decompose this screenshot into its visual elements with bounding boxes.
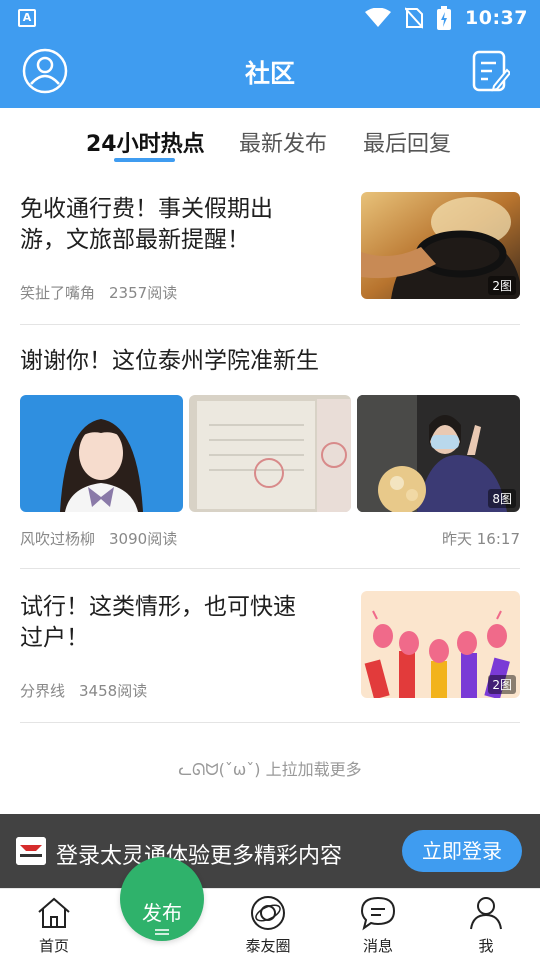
post-title-line: 免收通行费！事关假期出 bbox=[20, 196, 273, 222]
image-count-badge: 2图 bbox=[488, 675, 516, 694]
image-count-badge: 2图 bbox=[488, 276, 516, 295]
post-title: 试行！这类情形，也可快速 过户！ bbox=[20, 592, 296, 654]
post-image-portrait[interactable] bbox=[20, 395, 183, 512]
publish-label: 发布 bbox=[142, 901, 182, 925]
post-reads: 2357阅读 bbox=[109, 284, 178, 302]
post-reads: 3090阅读 bbox=[109, 530, 178, 548]
home-icon bbox=[38, 897, 70, 928]
wifi-icon bbox=[365, 8, 392, 27]
page-title: 社区 bbox=[244, 59, 295, 88]
login-banner: 登录太灵通体验更多精彩内容 立即登录 bbox=[0, 814, 540, 888]
app-header: 社区 bbox=[0, 36, 540, 108]
post-author[interactable]: 笑扯了嘴角 bbox=[20, 284, 95, 302]
post-thumbnail[interactable]: 2图 bbox=[361, 591, 520, 698]
planet-circle-icon bbox=[251, 896, 285, 930]
publish-button[interactable]: 发布 bbox=[120, 857, 204, 941]
status-bar: A 10:37 bbox=[0, 0, 540, 36]
divider bbox=[20, 722, 520, 723]
bottom-nav: 首页 泰友圈 消息 我 bbox=[0, 888, 540, 960]
post-thumbnail[interactable]: 2图 bbox=[361, 192, 520, 299]
post-author[interactable]: 分界线 bbox=[20, 682, 65, 700]
portrait-photo bbox=[20, 395, 183, 512]
nav-home-label: 首页 bbox=[38, 937, 69, 955]
nav-home[interactable]: 首页 bbox=[14, 889, 94, 960]
battery-charging-icon bbox=[437, 6, 452, 30]
post-meta: 分界线 3458阅读 bbox=[20, 680, 147, 701]
load-more-hint: ᓚᘏᗢ(ˇωˇ) 上拉加载更多 bbox=[178, 760, 362, 779]
user-icon bbox=[470, 897, 502, 930]
tab-24h-hot[interactable]: 24小时热点 bbox=[86, 126, 205, 158]
post-title-line: 过户！ bbox=[20, 625, 89, 651]
tab-last-reply[interactable]: 最后回复 bbox=[363, 126, 451, 158]
publish-handle-line bbox=[155, 929, 169, 931]
publish-handle-line bbox=[155, 933, 169, 935]
edit-post-icon[interactable] bbox=[472, 50, 510, 94]
post-meta: 笑扯了嘴角 2357阅读 bbox=[20, 282, 177, 303]
post-time: 昨天 16:17 bbox=[442, 530, 520, 548]
nav-me[interactable]: 我 bbox=[446, 889, 526, 960]
nav-circle[interactable]: 泰友圈 bbox=[228, 889, 308, 960]
admission-letter-photo bbox=[189, 395, 351, 512]
tab-latest[interactable]: 最新发布 bbox=[239, 126, 327, 158]
nav-messages[interactable]: 消息 bbox=[338, 889, 418, 960]
status-time: 10:37 bbox=[465, 7, 528, 29]
post-image-flowers[interactable]: 8图 bbox=[357, 395, 520, 512]
top-bar: A 10:37 社区 bbox=[0, 0, 540, 108]
nav-me-label: 我 bbox=[478, 937, 494, 955]
post-meta: 风吹过杨柳 3090阅读 bbox=[20, 528, 177, 549]
nav-circle-label: 泰友圈 bbox=[245, 937, 291, 955]
app-notification-icon: A bbox=[18, 9, 36, 27]
login-banner-text: 登录太灵通体验更多精彩内容 bbox=[56, 844, 343, 869]
post-title-line: 试行！这类情形，也可快速 bbox=[20, 594, 296, 620]
image-count-badge: 8图 bbox=[488, 489, 516, 508]
post-title-line: 游，文旅部最新提醒！ bbox=[20, 227, 250, 253]
divider bbox=[20, 568, 520, 569]
post-author[interactable]: 风吹过杨柳 bbox=[20, 530, 95, 548]
post-title: 免收通行费！事关假期出 游，文旅部最新提醒！ bbox=[20, 194, 273, 256]
app-logo-icon bbox=[16, 837, 46, 865]
post-image-letter[interactable] bbox=[189, 395, 351, 512]
active-tab-indicator bbox=[114, 158, 175, 162]
login-button[interactable]: 立即登录 bbox=[402, 830, 522, 872]
post-title: 谢谢你！这位泰州学院准新生 bbox=[20, 348, 319, 374]
no-sim-icon bbox=[405, 7, 424, 29]
status-right: 10:37 bbox=[365, 4, 528, 32]
feed-tabs: 24小时热点 最新发布 最后回复 bbox=[0, 108, 540, 170]
post-reads: 3458阅读 bbox=[79, 682, 148, 700]
divider bbox=[20, 324, 520, 325]
nav-messages-label: 消息 bbox=[362, 937, 393, 955]
chat-bubble-icon bbox=[360, 896, 396, 931]
